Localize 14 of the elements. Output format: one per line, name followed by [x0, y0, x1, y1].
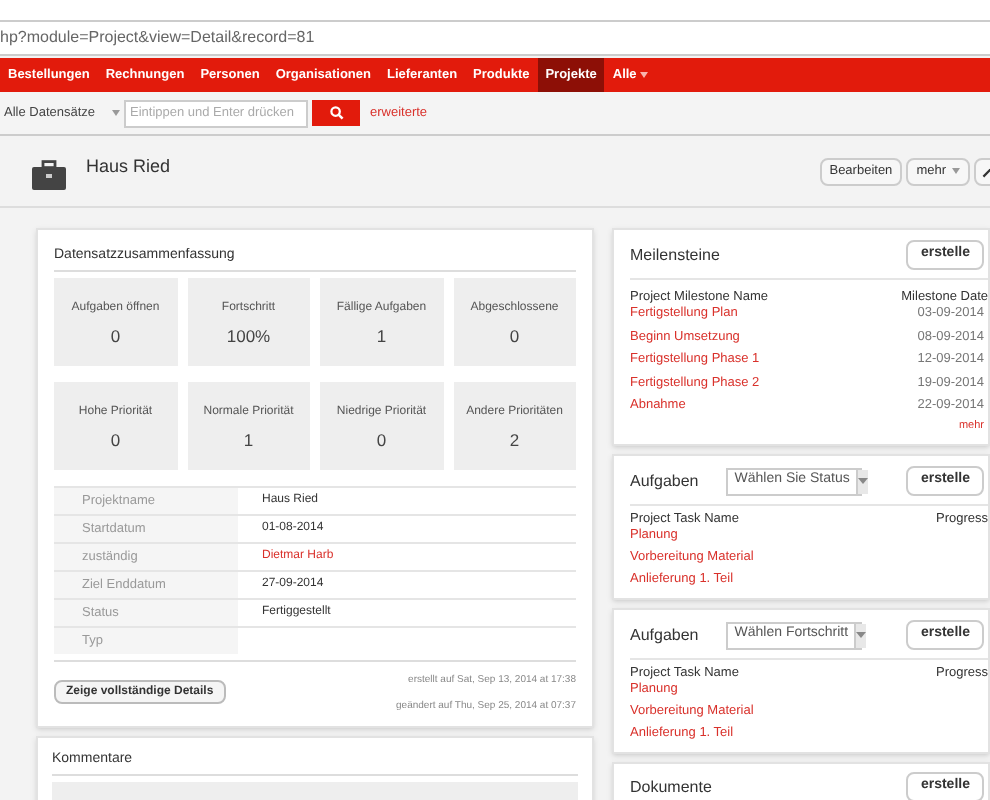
stat-value: 0: [509, 324, 520, 350]
panel-title: Dokumente: [630, 777, 712, 797]
panel-title: Aufgaben: [630, 625, 699, 645]
stat-value: 2: [509, 428, 520, 454]
stat-value: 0: [110, 428, 121, 454]
stat-value: 1: [376, 324, 387, 350]
panel-title: Aufgaben: [630, 471, 699, 491]
stat-value: 100%: [226, 324, 271, 350]
stat-value: 0: [376, 428, 387, 454]
panel-title: Meilensteine: [630, 245, 720, 265]
stat-value: 1: [243, 428, 254, 454]
stat-value: 0: [110, 324, 121, 350]
address-bar[interactable]: hp?module=Project&view=Detail&record=81: [0, 26, 315, 50]
record-title: Haus Ried: [86, 154, 171, 180]
